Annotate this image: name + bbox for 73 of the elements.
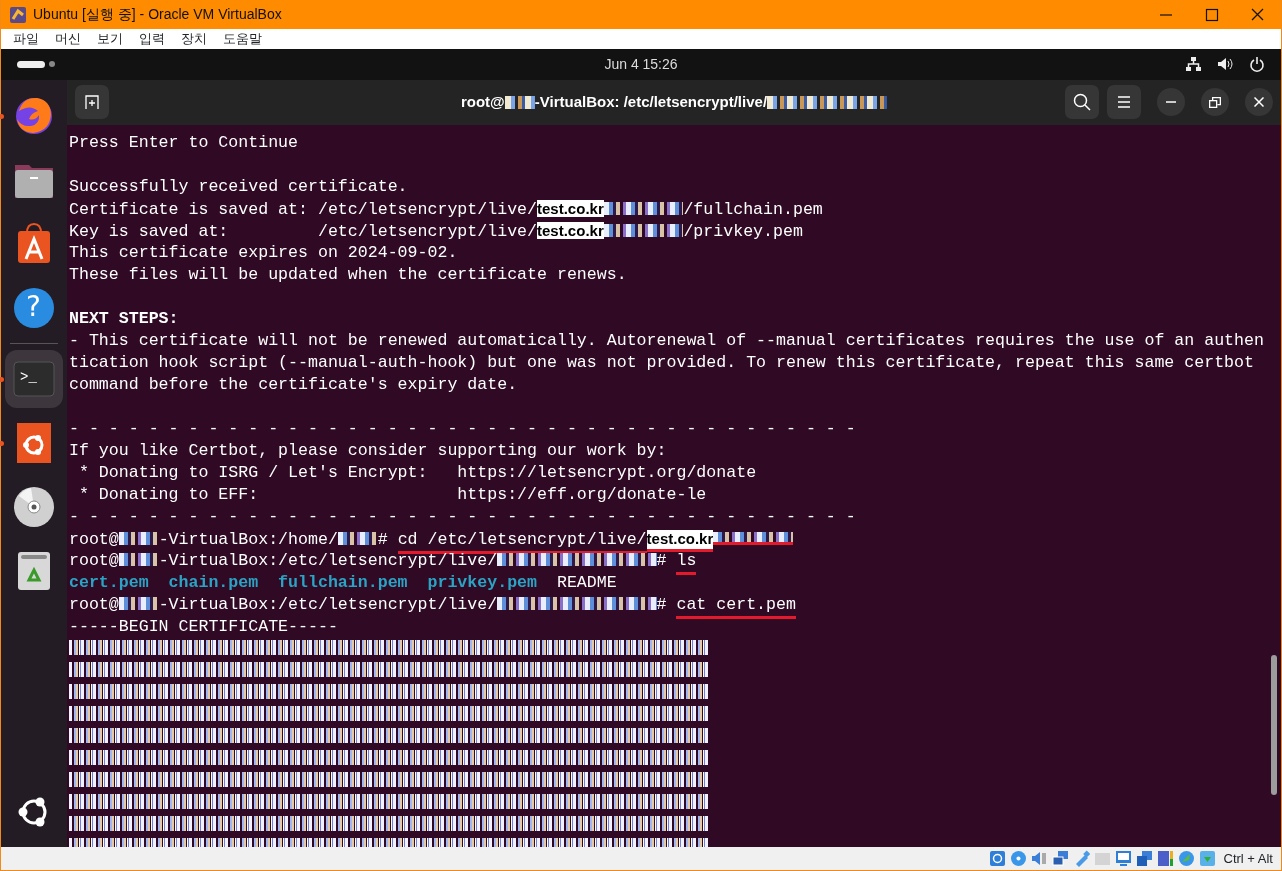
terminal-text: command before the certificate's expiry date.	[69, 374, 518, 394]
pixelated-text	[504, 95, 535, 109]
terminal-text: Successfully received certificate.	[69, 176, 408, 196]
scrollbar-thumb[interactable]	[1271, 654, 1277, 795]
close-icon	[1254, 97, 1264, 108]
speaker-icon	[1030, 850, 1048, 868]
terminal-text: root@	[69, 594, 119, 614]
optical-disc-icon	[1009, 850, 1027, 868]
new-tab-button[interactable]	[75, 85, 109, 120]
menu-item[interactable]: 머신	[47, 29, 89, 49]
terminal-text: - - - - - - - - - - - - - - - - - - - - - - - - - - - - - - - - - - - - - - - -	[69, 418, 856, 438]
app-icon	[9, 5, 27, 24]
terminal-text: This certificate expires on 2024-09-02.	[69, 242, 458, 262]
clock[interactable]: Jun 4 15:26	[604, 53, 678, 75]
terminal-text: #	[656, 594, 668, 614]
highlighted-text: test.co.kr	[537, 199, 604, 217]
menu-item[interactable]: 보기	[89, 29, 131, 49]
icon-glyph: >_	[20, 369, 37, 384]
search-button[interactable]	[1065, 85, 1099, 120]
terminal-text: #	[656, 550, 668, 570]
volume-icon[interactable]	[1217, 56, 1233, 73]
terminal-text: These files will be updated when the certificate renews.	[69, 264, 627, 284]
window-title-text: -VirtualBox: /etc/letsencrypt/live/	[534, 91, 768, 112]
menu-item[interactable]: 장치	[173, 29, 215, 49]
restore-button[interactable]	[1201, 88, 1229, 117]
terminal-text: root@	[69, 529, 119, 549]
highlighted-text: test.co.kr	[537, 221, 604, 239]
terminal-text: -VirtualBox:/home/	[158, 529, 338, 549]
file-name: cert.pem	[69, 572, 149, 592]
menu-item[interactable]: 입력	[131, 29, 173, 49]
menu-item[interactable]: 도움말	[215, 29, 270, 49]
menu-icon	[1116, 95, 1132, 110]
terminal-text: ls	[676, 550, 697, 575]
window-title: Ubuntu [실행 중] - Oracle VM VirtualBox	[33, 5, 283, 24]
close-button[interactable]	[1245, 88, 1273, 117]
minimize-button[interactable]	[1157, 88, 1185, 117]
window-title-text: root@	[460, 91, 505, 112]
menu-item[interactable]: 파일	[5, 29, 47, 49]
terminal-text: * Donating to EFF: https://eff.org/donate-le	[77, 484, 707, 504]
terminal-text: -VirtualBox:/etc/letsencrypt/live/	[158, 594, 498, 614]
windows-icon	[1135, 850, 1153, 868]
terminal-text: * Donating to ISRG / Let's Encrypt: https://letsencrypt.org/donate	[77, 462, 757, 482]
new-tab-icon	[84, 94, 100, 111]
network-icon[interactable]	[1185, 56, 1201, 73]
dock-item[interactable]: ?	[5, 278, 63, 337]
terminal-text: Press Enter to Continue	[69, 132, 299, 152]
terminal-text: - - - - - - - - - - - - - - - - - - - - - - - - - - - - - - - - - - - - - - - -	[69, 506, 856, 526]
file-name: chain.pem	[168, 572, 259, 592]
icon-glyph: ?	[26, 292, 41, 321]
search-icon	[1073, 93, 1091, 112]
file-name: README	[556, 572, 617, 592]
terminal-text: /fullchain.pem	[683, 199, 823, 219]
activities-button[interactable]	[17, 60, 55, 68]
terminal-text: If you like Certbot, please consider supporting our work by:	[69, 440, 667, 460]
terminal-text: #	[377, 529, 389, 549]
power-icon[interactable]	[1249, 56, 1265, 73]
menu-button[interactable]	[1107, 85, 1141, 120]
file-name: fullchain.pem	[278, 572, 408, 592]
terminal-text: tication hook script (--manual-auth-hook) but one was not provided. To renew this certificate, repeat this same certbot	[69, 352, 1254, 372]
minimize-icon	[1166, 101, 1176, 104]
terminal-text: /privkey.pem	[683, 221, 803, 241]
terminal-heading: NEXT STEPS:	[69, 308, 179, 328]
terminal-text: cat cert.pem	[676, 594, 796, 619]
download-icon	[1198, 850, 1216, 868]
file-name: privkey.pem	[427, 572, 537, 592]
network-icon	[1051, 850, 1069, 868]
display-icon	[1114, 850, 1132, 868]
cpu-icon	[1156, 850, 1174, 868]
terminal-text: root@	[69, 550, 119, 570]
restore-icon	[1209, 96, 1221, 108]
host-key-label: Ctrl + Alt	[1223, 849, 1273, 868]
terminal-text: - This certificate will not be renewed automatically. Autorenewal of --manual certificates requires the use of an authen	[69, 330, 1264, 350]
terminal-text: -----BEGIN CERTIFICATE-----	[69, 616, 338, 636]
